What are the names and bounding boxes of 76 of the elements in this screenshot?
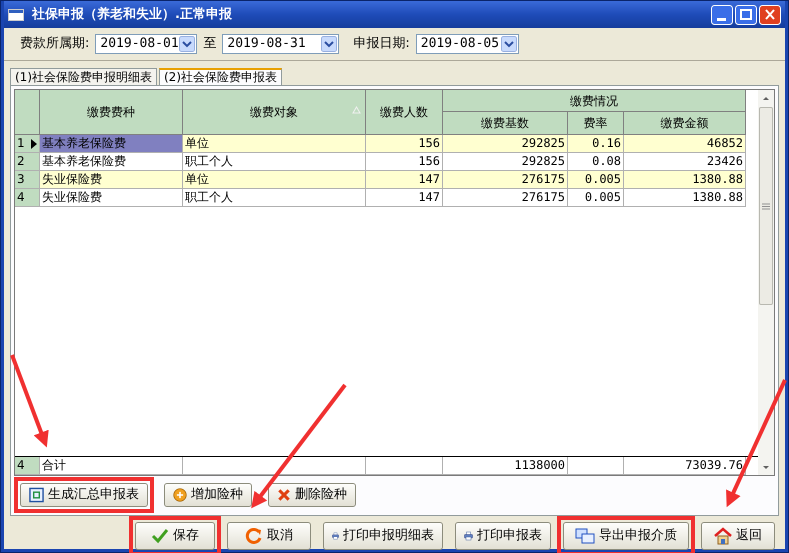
close-icon[interactable] bbox=[759, 4, 781, 24]
to-label: 至 bbox=[203, 35, 216, 54]
window-icon bbox=[8, 8, 24, 20]
table-cell bbox=[568, 457, 624, 475]
table-cell: 职工个人 bbox=[183, 153, 366, 171]
button[interactable]: 打印申报明细表 bbox=[323, 522, 443, 550]
table-cell: 292825 bbox=[443, 135, 568, 153]
button[interactable]: 生成汇总申报表 bbox=[20, 483, 148, 507]
button[interactable]: 保存 bbox=[135, 522, 215, 550]
table-cell: 156 bbox=[366, 153, 443, 171]
table-cell: 合计 bbox=[40, 457, 183, 475]
sort-triangle-icon bbox=[352, 106, 361, 114]
group-header: 缴费情况 bbox=[443, 90, 746, 112]
column-header[interactable]: 缴费人数 bbox=[366, 90, 443, 135]
column-header[interactable]: 缴费基数 bbox=[443, 112, 568, 135]
table-cell: 292825 bbox=[443, 153, 568, 171]
table-cell: 46852 bbox=[624, 135, 746, 153]
table-cell: 失业保险费 bbox=[40, 171, 183, 189]
row-header[interactable]: 3 bbox=[15, 171, 40, 189]
table-cell: 1380.88 bbox=[624, 171, 746, 189]
table-cell: 基本养老保险费 bbox=[40, 135, 183, 153]
row-header[interactable]: 1 bbox=[15, 135, 40, 153]
button[interactable]: 删除险种 bbox=[268, 483, 356, 507]
table-cell: 0.08 bbox=[568, 153, 624, 171]
row-pointer-icon bbox=[31, 138, 37, 148]
frame-icon bbox=[29, 487, 44, 503]
row-header: 4 bbox=[15, 457, 40, 475]
period-label: 费款所属期: bbox=[20, 35, 90, 54]
windows-icon bbox=[575, 528, 595, 544]
button[interactable]: 返回 bbox=[701, 522, 775, 550]
dropdown-icon[interactable] bbox=[500, 36, 517, 52]
button[interactable]: 导出申报介质 bbox=[563, 522, 689, 550]
date-field[interactable]: 2019-08-01 bbox=[95, 34, 198, 54]
date-field[interactable]: 2019-08-05 bbox=[416, 34, 519, 54]
button[interactable]: 增加险种 bbox=[164, 483, 252, 507]
row-header[interactable]: 4 bbox=[15, 189, 40, 207]
table-cell: 73039.76 bbox=[624, 457, 746, 475]
column-header[interactable]: 缴费费种 bbox=[40, 90, 183, 135]
tab[interactable]: (1)社会保险费申报明细表 bbox=[10, 68, 157, 85]
dropdown-icon[interactable] bbox=[179, 36, 196, 52]
column-header[interactable]: 费率 bbox=[568, 112, 624, 135]
table-cell: 156 bbox=[366, 135, 443, 153]
row-header[interactable]: 2 bbox=[15, 153, 40, 171]
table-cell: 147 bbox=[366, 189, 443, 207]
button[interactable]: 取消 bbox=[227, 522, 311, 550]
column-header[interactable]: 缴费对象 bbox=[183, 90, 366, 135]
scroll-thumb[interactable] bbox=[759, 107, 773, 305]
declare-date-label: 申报日期: bbox=[353, 35, 410, 54]
table-cell: 1138000 bbox=[443, 457, 568, 475]
tab[interactable]: (2)社会保险费申报表 bbox=[159, 68, 282, 85]
table-cell: 23426 bbox=[624, 153, 746, 171]
house-icon bbox=[714, 527, 732, 545]
table-cell: 0.005 bbox=[568, 171, 624, 189]
window-title: 社保申报（养老和失业）.正常申报 bbox=[32, 6, 232, 24]
button[interactable]: 打印申报表 bbox=[455, 522, 551, 550]
table-cell: 0.16 bbox=[568, 135, 624, 153]
circular-arrow-icon bbox=[245, 527, 263, 545]
date-field[interactable]: 2019-08-31 bbox=[222, 34, 340, 54]
table-cell: 1380.88 bbox=[624, 189, 746, 207]
dropdown-icon[interactable] bbox=[321, 36, 338, 52]
checkmark-icon bbox=[151, 528, 169, 544]
table-cell: 276175 bbox=[443, 171, 568, 189]
table-cell: 0.005 bbox=[568, 189, 624, 207]
maximize-icon[interactable] bbox=[735, 4, 757, 24]
table-cell: 失业保险费 bbox=[40, 189, 183, 207]
column-header[interactable]: 缴费金额 bbox=[624, 112, 746, 135]
grip-icon bbox=[762, 202, 770, 210]
table-cell: 276175 bbox=[443, 189, 568, 207]
vertical-scrollbar[interactable] bbox=[758, 90, 774, 475]
table-cell: 职工个人 bbox=[183, 189, 366, 207]
table-cell: 单位 bbox=[183, 135, 366, 153]
minimize-icon[interactable] bbox=[711, 4, 733, 24]
table-cell: 单位 bbox=[183, 171, 366, 189]
table-cell: 基本养老保险费 bbox=[40, 153, 183, 171]
table-cell: 147 bbox=[366, 171, 443, 189]
plus-circle-icon bbox=[173, 486, 187, 504]
